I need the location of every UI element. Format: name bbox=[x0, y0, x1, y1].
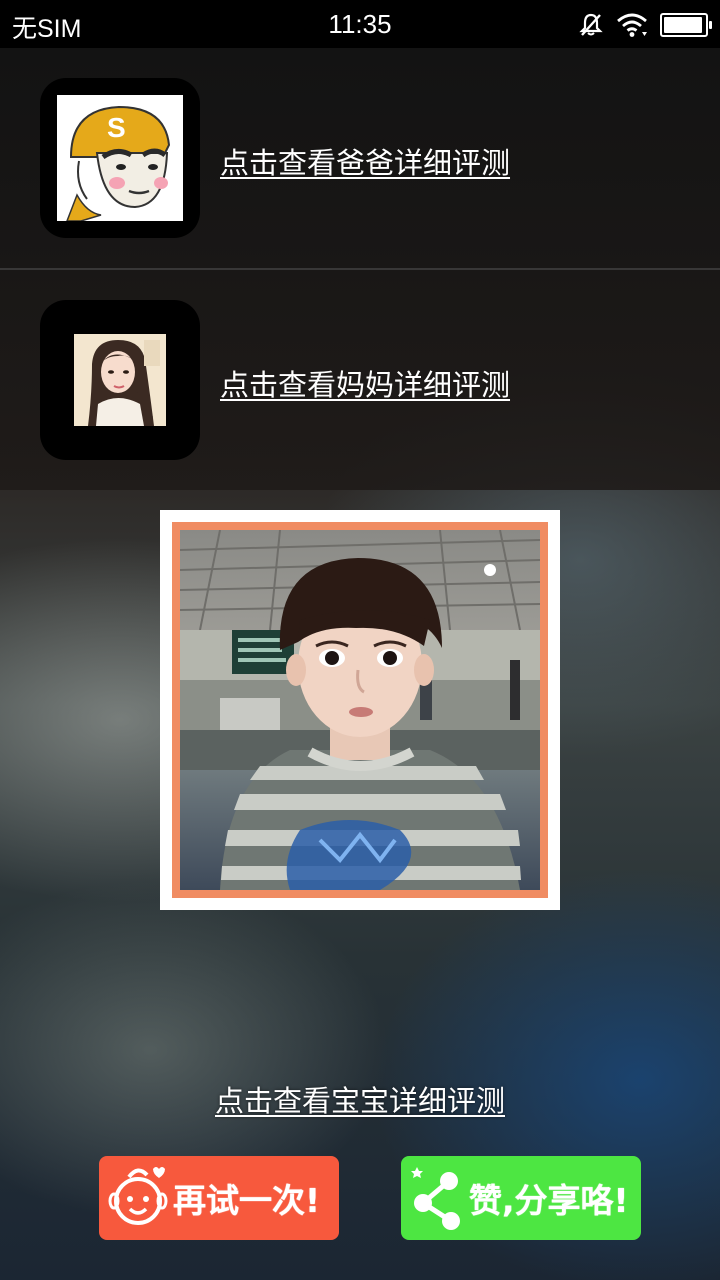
status-icons bbox=[578, 10, 712, 40]
baby-face-icon bbox=[108, 1167, 168, 1225]
share-button[interactable]: 赞,分享咯! bbox=[401, 1156, 641, 1240]
wifi-icon bbox=[617, 13, 647, 37]
dad-cartoon-avatar: S bbox=[57, 95, 183, 221]
status-bar: 无SIM 11:35 bbox=[0, 0, 720, 48]
dad-detail-link[interactable]: 点击查看爸爸详细评测 bbox=[220, 140, 510, 182]
share-icon bbox=[411, 1167, 460, 1230]
mute-bell-icon bbox=[579, 13, 603, 36]
mom-avatar[interactable] bbox=[40, 300, 200, 460]
retry-button-label: 再试一次! bbox=[173, 1181, 321, 1220]
svg-text:S: S bbox=[107, 112, 126, 143]
mom-illustration-avatar bbox=[74, 334, 166, 426]
battery-icon bbox=[660, 13, 712, 37]
baby-detail-link[interactable]: 点击查看宝宝详细评测 bbox=[0, 1078, 720, 1120]
mom-detail-link[interactable]: 点击查看妈妈详细评测 bbox=[220, 362, 510, 404]
mom-row[interactable]: 点击查看妈妈详细评测 bbox=[0, 270, 720, 490]
retry-button[interactable]: 再试一次! bbox=[99, 1156, 339, 1240]
baby-photo-frame bbox=[160, 510, 560, 910]
dad-avatar[interactable]: S bbox=[40, 78, 200, 238]
dad-row[interactable]: S 点击查看爸爸详细评测 bbox=[0, 48, 720, 268]
share-button-label: 赞,分享咯! bbox=[469, 1181, 629, 1220]
baby-photo bbox=[180, 530, 540, 890]
baby-photo-border bbox=[172, 522, 548, 898]
parents-panel: S 点击查看爸爸详细评测 点击查看妈妈详细评测 bbox=[0, 48, 720, 490]
